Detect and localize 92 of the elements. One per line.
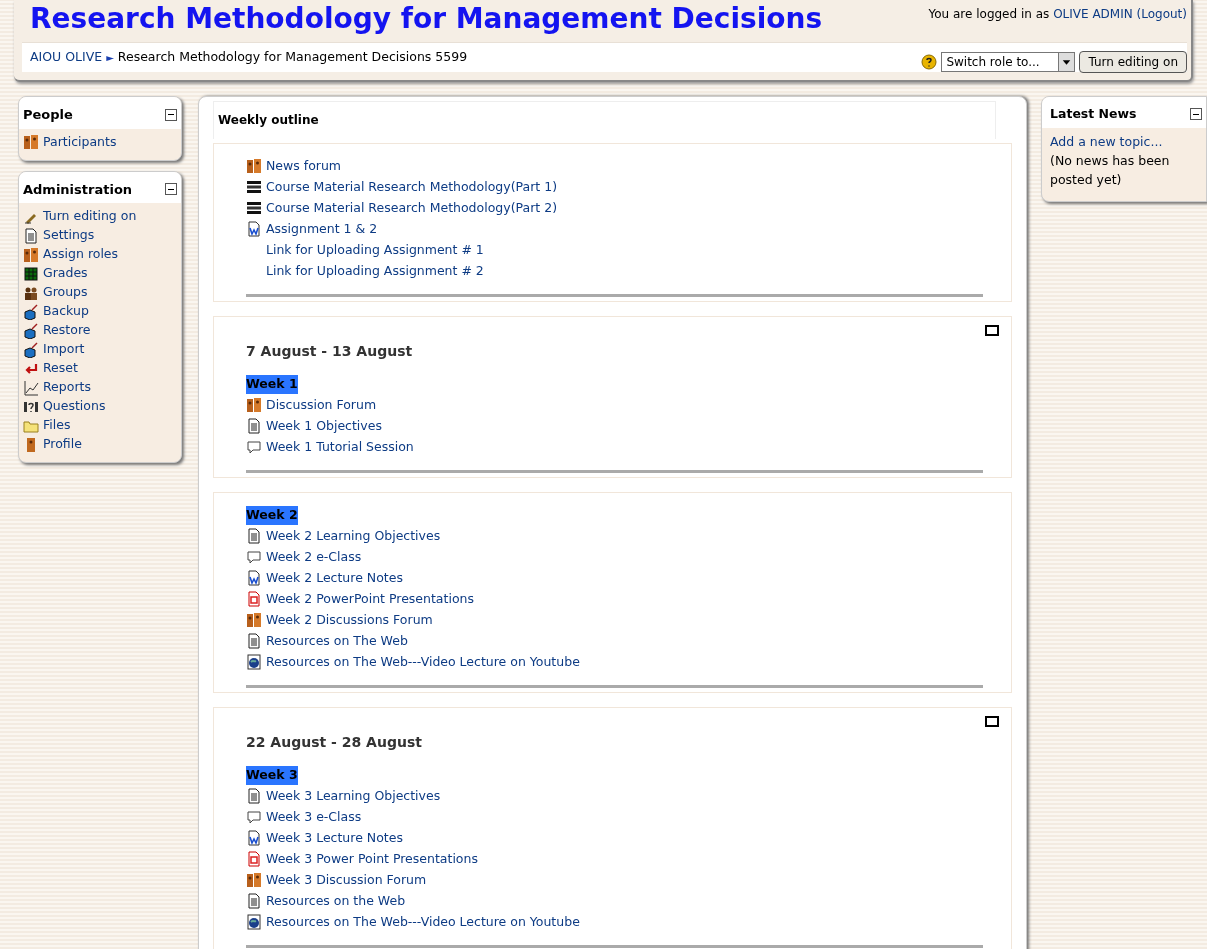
resource-link[interactable]: Week 2 PowerPoint Presentations [266,589,474,609]
block-link[interactable]: Settings [43,226,95,245]
page-icon [246,788,262,805]
add-topic-link[interactable]: Add a new topic... [1050,131,1198,151]
document-icon [246,591,262,608]
people-icon [246,612,262,629]
resource-link[interactable]: Week 1 Tutorial Session [266,437,414,457]
block-link[interactable]: Import [43,340,85,359]
people-icon [246,397,262,414]
collapse-button[interactable] [1190,108,1202,121]
week-label: Week 1 [246,374,298,394]
resource-link[interactable]: Week 1 Objectives [266,416,382,436]
resource-link[interactable]: Week 3 Learning Objectives [266,786,441,806]
cube-icon [23,303,39,320]
resource-link[interactable]: Course Material Research Methodology(Part 2) [266,198,557,218]
block-link[interactable]: Profile [43,435,82,454]
cube-icon [23,322,39,339]
role-select[interactable]: Switch role to... [941,51,1076,72]
resource-link[interactable]: Week 3 e-Class [266,807,362,827]
block-link[interactable]: Groups [43,283,88,302]
resource-link[interactable]: Resources on The Web---Video Lecture on Youtube [266,652,580,672]
people-icon [23,134,39,150]
resource-link[interactable]: Link for Uploading Assignment # 1 [266,240,484,260]
cube-icon [23,341,39,358]
people-icon [246,872,262,889]
resource-link[interactable]: Discussion Forum [266,395,377,415]
turn-editing-on-button[interactable]: Turn editing on [1079,50,1187,73]
block-title: Administration [23,180,133,199]
block-link[interactable]: Restore [43,321,91,340]
collapse-button[interactable] [165,183,177,196]
block-link[interactable]: Grades [43,264,88,283]
document-icon [246,830,262,847]
section-date: 22 August - 28 August [246,732,423,752]
globe-icon [246,914,262,931]
resource-link[interactable]: Course Material Research Methodology(Part 1) [266,177,557,197]
block-title: Latest News [1050,105,1137,123]
breadcrumb-link[interactable]: AIOU OLIVE [30,48,103,67]
globe-icon [246,654,262,671]
block-link[interactable]: Turn editing on [43,207,137,226]
grid-icon [23,265,39,282]
course-title: Research Methodology for Management Decisions [30,1,823,37]
line-chart-icon [23,379,39,396]
resource-link[interactable]: Week 2 Lecture Notes [266,568,403,588]
block-title: People [23,106,73,124]
page-icon [246,893,262,910]
block-link[interactable]: Participants [43,132,117,152]
resource-link[interactable]: Week 2 e-Class [266,547,362,567]
week-label: Week 3 [246,765,298,785]
speech-bubble-icon [246,549,262,566]
page-icon [23,227,39,244]
page-icon [246,418,262,435]
outline-title: Weekly outline [218,113,319,127]
section-date: 7 August - 13 August [246,341,414,361]
resource-link[interactable]: News forum [266,156,342,176]
help-icon[interactable] [921,53,938,70]
breadcrumb-separator: ► [106,51,114,65]
resource-link[interactable]: Week 3 Power Point Presentations [266,849,478,869]
document-icon [246,570,262,587]
document-icon [246,221,262,238]
page-icon [246,633,262,650]
page-icon [246,528,262,545]
block-link[interactable]: Reports [43,378,91,397]
breadcrumb-current: Research Methodology for Management Decisions 5599 [117,48,468,67]
document-icon [246,851,262,868]
block-link[interactable]: Reset [43,359,78,378]
resource-link[interactable]: Resources on the Web [266,891,406,911]
block-link[interactable]: Files [43,416,71,435]
books-icon [246,179,262,196]
logout-link[interactable]: (Logout) [1136,7,1187,21]
resource-link[interactable]: Resources on The Web---Video Lecture on Youtube [266,912,580,932]
speech-bubble-icon [246,809,262,826]
people-icon [23,246,39,263]
week-label: Week 2 [246,505,298,525]
show-only-toggle[interactable] [985,324,999,336]
block-link[interactable]: Questions [43,397,106,416]
resource-link[interactable]: Week 3 Lecture Notes [266,828,403,848]
resource-link[interactable]: Week 2 Discussions Forum [266,610,433,630]
resource-link[interactable]: Assignment 1 & 2 [266,219,378,239]
resource-link[interactable]: Week 2 Learning Objectives [266,526,441,546]
login-info: You are logged in as OLIVE ADMIN (Logout) [928,6,1187,23]
user-link[interactable]: OLIVE ADMIN [1053,7,1133,21]
speech-bubble-icon [246,439,262,456]
resource-link[interactable]: Resources on The Web [266,631,408,651]
collapse-button[interactable] [165,108,177,121]
show-only-toggle[interactable] [985,715,999,727]
block-link[interactable]: Backup [43,302,89,321]
block-link[interactable]: Assign roles [43,245,119,264]
books-icon [246,200,262,217]
resource-link[interactable]: Link for Uploading Assignment # 2 [266,261,484,281]
resource-link[interactable]: Week 3 Discussion Forum [266,870,427,890]
people-icon [246,158,262,175]
no-news-text: (No news has been posted yet) [1050,151,1171,189]
